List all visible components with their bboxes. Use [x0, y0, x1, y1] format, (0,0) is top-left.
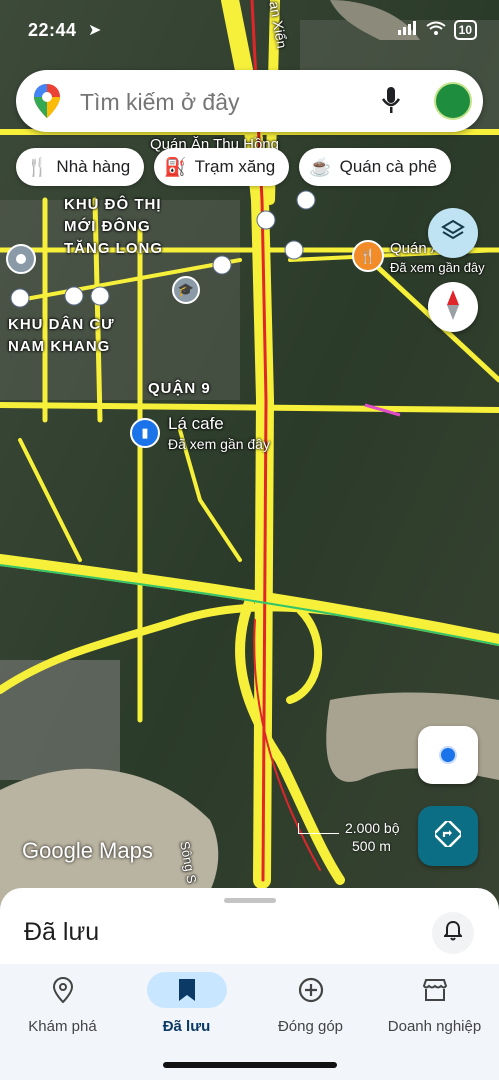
- chip-gas-stations[interactable]: ⛽ Trạm xăng: [154, 148, 290, 186]
- signal-icon: [397, 20, 418, 40]
- layers-button[interactable]: [428, 208, 478, 258]
- battery-icon: 10: [453, 20, 477, 40]
- sheet-drag-handle[interactable]: [224, 898, 276, 903]
- poi-name: Lá cafe: [168, 414, 224, 433]
- scale-meters: 500 m: [352, 838, 391, 854]
- directions-button[interactable]: [418, 806, 478, 866]
- layers-icon: [441, 219, 465, 248]
- area-label-text: KHU DÂN CƯ NAM KHANG: [8, 316, 115, 355]
- area-label-text: QUẬN 9: [148, 380, 211, 397]
- poi-note: Đã xem gần đây: [390, 260, 485, 275]
- explore-pin-icon: [23, 972, 103, 1008]
- gas-station-icon: ⛽: [164, 156, 187, 177]
- sheet-title: Đã lưu: [24, 918, 100, 946]
- area-label-dong-tang-long: KHU ĐÔ THỊ MỚI ĐÔNG TĂNG LONG: [64, 194, 163, 260]
- status-bar: 22:44 ➤ 10: [0, 0, 499, 60]
- add-circle-icon: [271, 972, 351, 1008]
- wifi-icon: [426, 21, 446, 40]
- category-chips: 🍴 Nhà hàng ⛽ Trạm xăng ☕ Quán cà phê: [16, 148, 451, 186]
- nav-label: Đã lưu: [162, 1018, 211, 1035]
- microphone-icon[interactable]: [381, 87, 401, 120]
- location-arrow-icon: ➤: [88, 22, 102, 39]
- google-maps-pin-icon: [34, 84, 60, 123]
- my-location-dot-icon: [439, 746, 457, 764]
- school-marker-icon[interactable]: 🎓: [172, 276, 200, 304]
- search-bar[interactable]: [16, 70, 483, 132]
- nav-label: Doanh nghiệp: [387, 1018, 482, 1035]
- storefront-icon: [395, 972, 475, 1008]
- search-input[interactable]: [78, 86, 372, 118]
- area-label-nam-khang: KHU DÂN CƯ NAM KHANG: [8, 314, 115, 358]
- area-label-quan-9: QUẬN 9: [148, 378, 211, 400]
- nav-business[interactable]: Doanh nghiệp: [372, 964, 497, 1035]
- nav-label: Đóng góp: [277, 1018, 344, 1035]
- location-marker-icon[interactable]: [6, 244, 36, 274]
- nav-explore[interactable]: Khám phá: [0, 964, 125, 1035]
- compass-icon: [445, 289, 461, 325]
- compass-button[interactable]: [428, 282, 478, 332]
- bell-icon: [442, 920, 464, 946]
- google-maps-watermark: Google Maps: [22, 838, 153, 863]
- chip-coffee[interactable]: ☕ Quán cà phê: [299, 148, 451, 186]
- restaurant-pin-icon: 🍴: [352, 240, 384, 272]
- chip-label: Nhà hàng: [56, 157, 131, 176]
- map-scale: 2.000 bộ 500 m: [298, 820, 400, 854]
- my-location-button[interactable]: [418, 726, 478, 784]
- nav-contribute[interactable]: Đóng góp: [248, 964, 373, 1035]
- clock: 22:44: [28, 20, 77, 40]
- area-label-text: KHU ĐÔ THỊ MỚI ĐÔNG TĂNG LONG: [64, 196, 163, 257]
- nav-label: Khám phá: [28, 1018, 97, 1035]
- home-indicator[interactable]: [163, 1062, 337, 1068]
- status-icons: 10: [397, 20, 477, 40]
- nav-saved[interactable]: Đã lưu: [124, 964, 249, 1035]
- directions-icon: [432, 817, 464, 852]
- notifications-button[interactable]: [432, 912, 474, 954]
- chip-label: Trạm xăng: [194, 157, 276, 176]
- bookmark-icon: [146, 972, 227, 1008]
- chip-label: Quán cà phê: [339, 157, 437, 176]
- coffee-icon: ☕: [309, 156, 332, 177]
- chip-restaurants[interactable]: 🍴 Nhà hàng: [16, 148, 145, 186]
- restaurant-icon: 🍴: [26, 156, 49, 177]
- shopping-bag-icon: ▮: [130, 418, 160, 448]
- poi-note: Đã xem gần đây: [168, 436, 270, 452]
- account-avatar[interactable]: [434, 82, 472, 120]
- scale-feet: 2.000 bộ: [345, 820, 400, 836]
